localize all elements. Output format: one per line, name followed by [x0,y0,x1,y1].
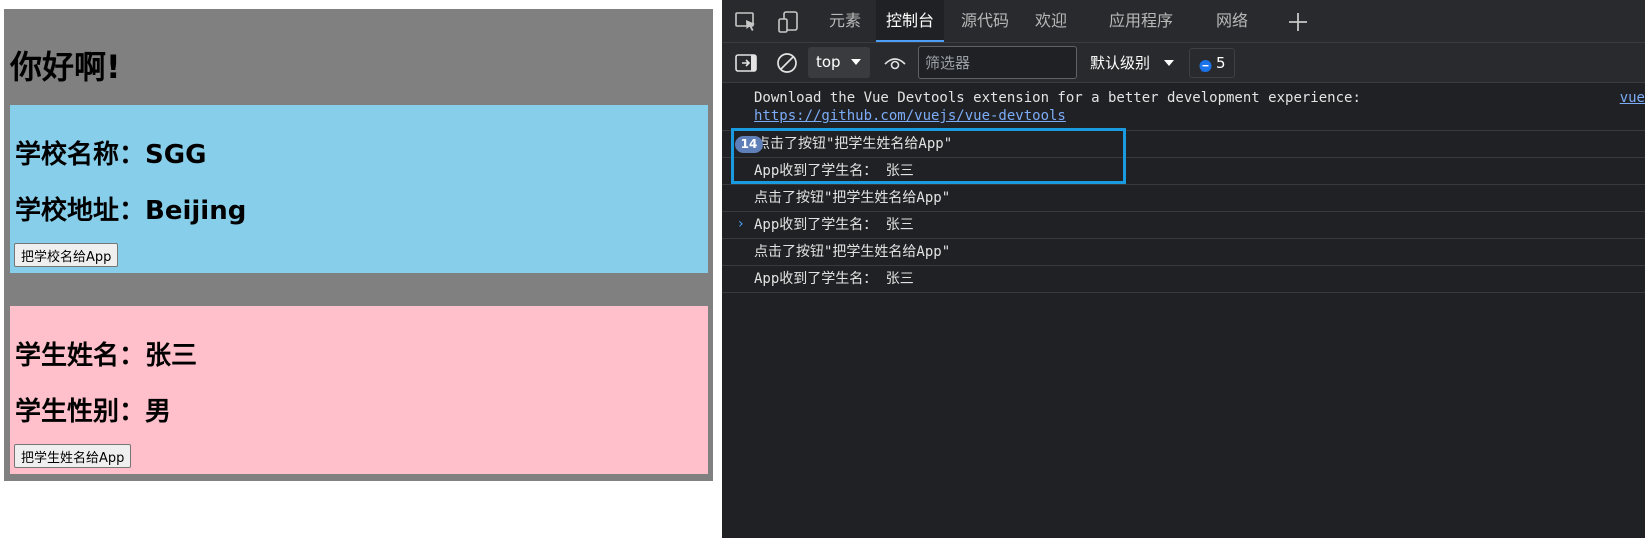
console-prompt-arrow[interactable]: › [738,216,744,232]
console-message-text: Download the Vue Devtools extension for … [754,90,1361,106]
issues-counter[interactable]: 5 [1189,48,1235,78]
console-message: 点击了按钮"把学生姓名给App" [722,239,1645,266]
student-name: 学生姓名：张三 [15,341,198,371]
devtools-tabbar: 元素 控制台 源代码 欢迎 应用程序 网络 [722,0,1645,43]
tab-sources[interactable]: 源代码 [951,0,1019,42]
console-message-text: App收到了学生名： 张三 [754,163,914,179]
repeat-count-badge: 14 [735,136,763,153]
console-message-text: 点击了按钮"把学生姓名给App" [756,136,953,152]
console-message-text: App收到了学生名： 张三 [754,271,914,287]
context-select[interactable]: top [808,47,870,78]
console-filter-input[interactable] [918,46,1077,79]
console-message: App收到了学生名： 张三 [722,266,1645,293]
tab-network[interactable]: 网络 [1206,0,1258,42]
school-address: 学校地址：Beijing [15,196,247,226]
devtools-panel: 元素 控制台 源代码 欢迎 应用程序 网络 top 默认级别 [722,0,1645,538]
vue-devtools-link[interactable]: https://github.com/vuejs/vue-devtools [754,107,1645,125]
issues-count: 5 [1216,54,1226,72]
log-level-select[interactable]: 默认级别 [1090,51,1175,75]
console-message-text: 点击了按钮"把学生姓名给App" [754,190,951,206]
console-message: 点击了按钮"把学生姓名给App" [722,185,1645,212]
send-school-name-button[interactable]: 把学校名给App [14,243,119,267]
tab-elements[interactable]: 元素 [819,0,871,42]
console-message: App收到了学生名： 张三 [722,158,1645,185]
live-expression-eye-icon[interactable] [883,51,907,75]
student-component: 学生姓名：张三 学生性别：男 把学生姓名给App [10,306,708,474]
console-toolbar: top 默认级别 5 [722,43,1645,83]
context-select-value: top [816,53,841,71]
student-gender: 学生性别：男 [15,397,172,427]
app-root: 你好啊! 学校名称：SGG 学校地址：Beijing 把学校名给App 学生姓名… [4,9,713,481]
console-message: 14 点击了按钮"把学生姓名给App" [722,131,1645,158]
message-bubble-icon [1198,55,1213,83]
tab-console[interactable]: 控制台 [876,0,945,42]
console-message: Download the Vue Devtools extension for … [722,84,1645,131]
device-emulation-icon[interactable] [776,10,800,34]
console-message-text: 点击了按钮"把学生姓名给App" [754,244,951,260]
tab-welcome[interactable]: 欢迎 [1025,0,1077,42]
app-title: 你好啊! [10,48,121,86]
school-component: 学校名称：SGG 学校地址：Beijing 把学校名给App [10,105,708,273]
inspect-element-icon[interactable] [734,10,758,34]
send-student-name-button[interactable]: 把学生姓名给App [14,444,132,468]
console-message-text: App收到了学生名： 张三 [754,217,914,233]
message-source-link[interactable]: vue [1620,89,1645,107]
clear-console-icon[interactable] [775,51,799,75]
chevron-down-icon [850,47,862,89]
log-level-value: 默认级别 [1090,54,1151,72]
add-tab-icon[interactable] [1286,10,1310,34]
tab-application[interactable]: 应用程序 [1099,0,1183,42]
console-message: App收到了学生名： 张三 [722,212,1645,239]
sidebar-toggle-icon[interactable] [734,51,758,75]
school-name: 学校名称：SGG [15,140,207,170]
console-output: Download the Vue Devtools extension for … [722,84,1645,293]
chevron-down-icon [1163,51,1175,82]
